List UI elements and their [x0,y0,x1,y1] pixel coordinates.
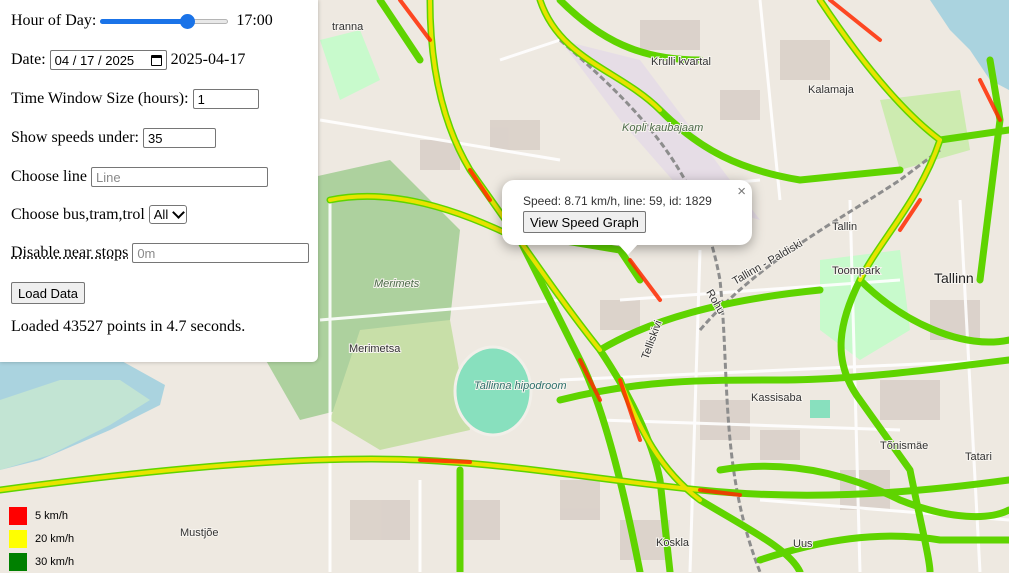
status-row: Loaded 43527 points in 4.7 seconds. [11,318,245,336]
map-label-kalamaja: Kalamaja [808,84,855,96]
map-label-kassisaba: Kassisaba [751,392,803,404]
hour-slider-fill [100,19,188,24]
speed-popup: × Speed: 8.71 km/h, line: 59, id: 1829 V… [502,180,752,245]
map-label-hipodroom: Tallinna hipodroom [474,380,567,392]
legend-item: 20 km/h [9,527,74,550]
popup-text: Speed: 8.71 km/h, line: 59, id: 1829 [523,194,712,208]
window-input[interactable] [193,89,259,109]
map-label-merimets: Merimets [374,278,420,290]
map-label-merimetsa: Merimetsa [349,343,401,355]
legend-item: 5 km/h [9,504,74,527]
calendar-icon[interactable] [151,55,162,66]
line-row: Choose line [11,167,268,187]
legend-label: 20 km/h [35,533,74,545]
near-stops-input[interactable] [132,243,309,263]
near-stops-row: Disable near stops [11,243,309,263]
map-label-koskla: Koskla [656,537,690,549]
vehicle-select[interactable]: All [149,205,187,224]
load-row: Load Data [11,282,85,304]
map-label-mustjoe: Mustjõe [180,527,219,539]
legend-swatch-red [9,507,27,525]
window-label: Time Window Size (hours): [11,90,189,108]
legend-swatch-green [9,553,27,571]
legend-label: 30 km/h [35,556,74,568]
legend-swatch-yellow [9,530,27,548]
close-icon[interactable]: × [737,183,746,200]
map-label-kopli: Kopli kaubajaam [622,122,703,134]
vehicle-row: Choose bus,tram,trol All [11,205,187,224]
map-label-uus: Uus [793,538,813,550]
line-input[interactable] [91,167,268,187]
date-input-value: 04 / 17 / 2025 [55,53,135,68]
vehicle-select-value: All [154,207,168,222]
hour-value: 17:00 [236,12,272,30]
hour-label: Hour of Day: [11,12,96,30]
speed-label: Show speeds under: [11,129,139,147]
map-label-tranna: tranna [332,21,364,33]
chevron-down-icon [172,206,185,219]
legend-label: 5 km/h [35,510,68,522]
popup-tip [617,243,639,255]
map-label-tatari: Tatari [965,451,992,463]
hour-row: Hour of Day: 17:00 [11,12,273,30]
date-row: Date: 04 / 17 / 2025 2025-04-17 [11,50,245,70]
view-speed-graph-button[interactable]: View Speed Graph [523,211,646,233]
control-panel: Hour of Day: 17:00 Date: 04 / 17 / 2025 … [0,0,318,362]
line-label: Choose line [11,168,87,186]
near-stops-label: Disable near stops [11,244,128,262]
map-label-station: Tallin [832,221,857,233]
date-display: 2025-04-17 [171,51,246,69]
legend-item: 30 km/h [9,550,74,573]
date-input[interactable]: 04 / 17 / 2025 [50,50,167,70]
status-text: Loaded 43527 points in 4.7 seconds. [11,318,245,336]
load-data-button[interactable]: Load Data [11,282,85,304]
map-label-krulli: Krulli kvartal [651,56,711,68]
map-label-tallinn: Tallinn [934,270,974,286]
hour-slider-thumb[interactable] [180,14,195,29]
date-label: Date: [11,51,46,69]
window-row: Time Window Size (hours): [11,89,259,109]
hour-slider[interactable] [100,13,228,29]
map-label-toompark: Toompark [832,265,881,277]
map-label-tonismae: Tõnismäe [880,440,928,452]
vehicle-label: Choose bus,tram,trol [11,206,145,224]
speed-input[interactable] [143,128,216,148]
speed-legend: 5 km/h 20 km/h 30 km/h [9,504,74,573]
speed-row: Show speeds under: [11,128,216,148]
